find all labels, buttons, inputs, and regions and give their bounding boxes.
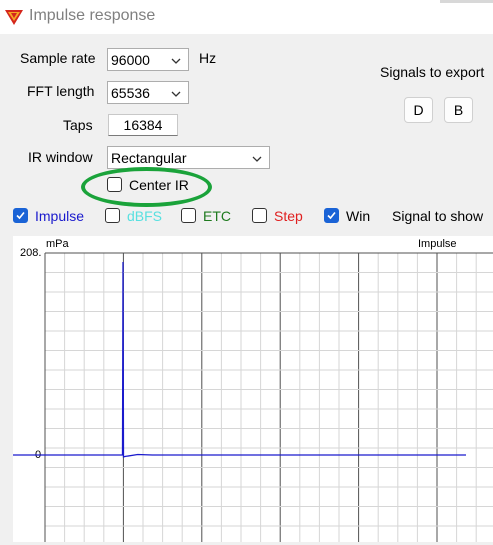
sample-rate-label: Sample rate <box>20 50 96 66</box>
export-d-button[interactable]: D <box>404 97 433 123</box>
etc-checkbox[interactable] <box>181 208 196 223</box>
win-checkbox[interactable] <box>324 208 339 223</box>
taps-label: Taps <box>63 117 93 133</box>
plot-series-label: Impulse <box>418 238 457 250</box>
impulse-checkbox[interactable] <box>13 208 28 223</box>
taps-input[interactable]: 16384 <box>108 114 178 136</box>
chevron-down-icon <box>251 152 263 164</box>
ir-window-select[interactable]: Rectangular <box>107 146 270 169</box>
plot-grid <box>44 252 493 542</box>
fft-length-select[interactable]: 65536 <box>107 81 189 104</box>
impulse-label: Impulse <box>35 208 85 224</box>
app-logo-icon <box>4 8 24 26</box>
sample-rate-unit: Hz <box>199 50 217 66</box>
sample-rate-value: 96000 <box>111 52 150 68</box>
plot-unit-label: mPa <box>46 238 70 250</box>
export-b-button[interactable]: B <box>444 97 473 123</box>
y-max-label: 208. <box>20 247 41 259</box>
fft-length-value: 65536 <box>111 85 150 101</box>
plot-svg: mPa Impulse 208. 0 <box>13 238 493 542</box>
chevron-down-icon <box>170 87 182 99</box>
fft-length-label: FFT length <box>27 83 95 99</box>
title-bar-edge <box>440 0 493 3</box>
ir-window-label: IR window <box>28 149 93 165</box>
step-checkbox[interactable] <box>252 208 267 223</box>
etc-label: ETC <box>203 208 231 224</box>
ir-window-value: Rectangular <box>111 150 187 166</box>
step-label: Step <box>274 208 303 224</box>
chevron-down-icon <box>170 54 182 66</box>
impulse-plot[interactable]: mPa Impulse 208. 0 <box>13 236 493 542</box>
win-label: Win <box>346 208 371 224</box>
dbfs-label: dBFS <box>127 208 163 224</box>
sample-rate-select[interactable]: 96000 <box>107 48 189 71</box>
highlight-ellipse <box>81 167 212 207</box>
signals-to-export-label: Signals to export <box>380 64 485 80</box>
dbfs-checkbox[interactable] <box>105 208 120 223</box>
signal-to-show-label: Signal to show <box>392 208 484 224</box>
window-title: Impulse response <box>29 7 156 24</box>
